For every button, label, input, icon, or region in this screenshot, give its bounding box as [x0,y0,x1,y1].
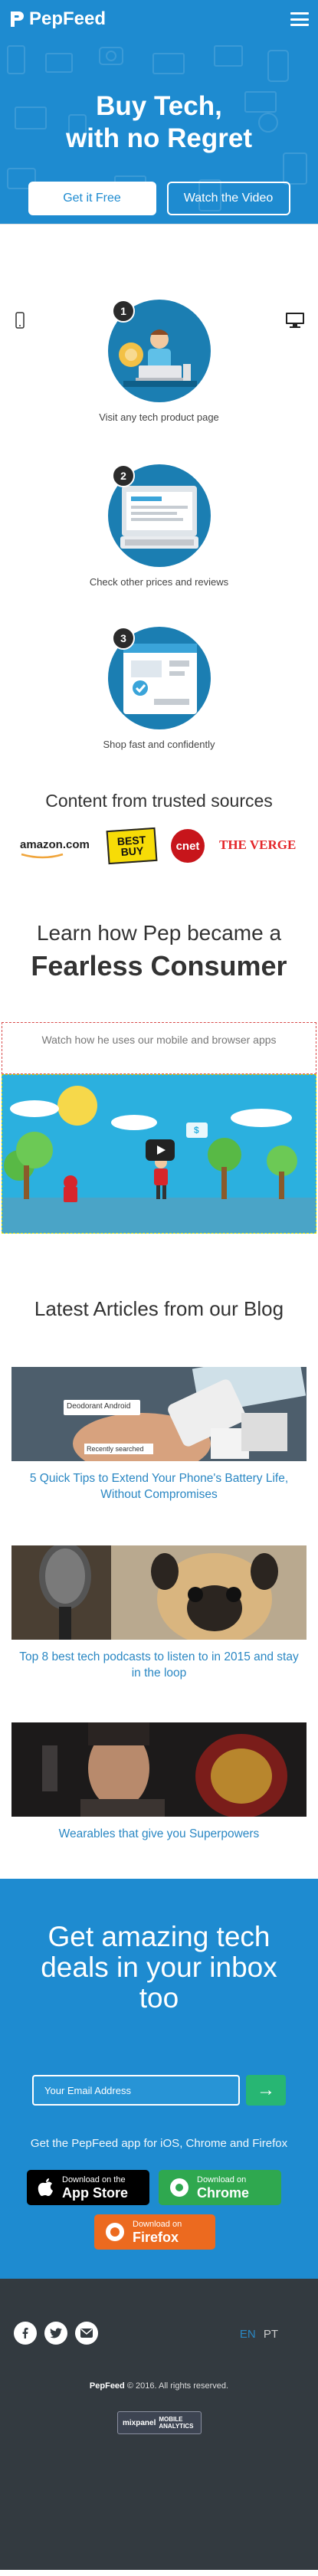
firefox-store-small-text: Download on [133,2219,182,2229]
article-1-image: Deodorant Android Recently searched [11,1367,307,1461]
bestbuy-logo-text: BEST BUY [116,833,146,858]
step-3: 3 Shop fast and confidently [0,627,318,750]
language-switcher: EN PT [240,2328,278,2341]
amazon-logo: amazon.com [20,838,90,851]
article-1-image-badge-1: Deodorant Android [67,1402,131,1411]
newsletter-form: → [32,2075,286,2106]
social-links [14,2322,98,2345]
step-2-number: 2 [112,464,135,487]
footer: EN PT PepFeed © 2016. All rights reserve… [0,2279,318,2570]
app-store-small-text: Download on the [62,2175,126,2184]
bestbuy-logo: BEST BUY [106,827,158,865]
video-price-bubble: $ [194,1125,199,1136]
menu-hamburger-icon[interactable] [290,12,309,26]
chrome-store-big-text: Chrome [197,2184,250,2201]
facebook-icon[interactable] [14,2322,37,2345]
mixpanel-badge[interactable]: mixpanel MOBILE ANALYTICS [117,2411,202,2434]
mixpanel-tag-2: ANALYTICS [159,2423,194,2430]
chrome-store-small-text: Download on [197,2175,247,2184]
article-3-image [11,1722,307,1817]
watch-description-text: Watch how he uses our mobile and browser… [41,1034,277,1046]
blog-articles: Deodorant Android Recently searched 5 Qu… [0,1367,318,1879]
apps-description: Get the PepFeed app for iOS, Chrome and … [30,2137,288,2150]
step-3-number: 3 [112,627,135,650]
article-card-3[interactable]: Wearables that give you Superpowers [11,1722,307,1842]
step-2-text: Check other prices and reviews [89,576,229,588]
apple-icon [38,2178,53,2196]
mixpanel-tags: MOBILE ANALYTICS [159,2416,193,2430]
amazon-smile-icon [21,853,64,859]
source-logos: amazon.com BEST BUY cnet THE VERGE [0,827,318,865]
mixpanel-name: mixpanel [123,2418,156,2427]
firefox-store-label: Download on Firefox [133,2220,182,2245]
arrow-right-icon: → [257,2079,275,2100]
learn-title: Fearless Consumer [31,950,287,982]
cnet-logo: cnet [171,829,205,863]
twitter-icon[interactable] [44,2322,67,2345]
step-1-number: 1 [112,300,135,323]
play-video-icon[interactable] [146,1139,175,1161]
how-it-works: 1 Visit any tech product page 2 Check ot… [0,224,318,750]
learn-subtitle: Learn how Pep became a [36,921,282,945]
watch-video-button[interactable]: Watch the Video [166,182,290,215]
hero-title: Buy Tech, with no Regret [0,90,318,155]
newsletter-title: Get amazing tech deals in your inbox too [0,1879,318,2014]
step-1-text: Visit any tech product page [99,411,219,423]
newsletter: Get amazing tech deals in your inbox too… [0,1879,318,2279]
newsletter-submit-button[interactable]: → [246,2075,286,2106]
article-card-1[interactable]: Deodorant Android Recently searched 5 Qu… [11,1367,307,1503]
navbar: PepFeed [0,0,318,38]
hero: PepFeed Buy Tech, with no Regret Get it … [0,0,318,224]
copyright: PepFeed © 2016. All rights reserved. [0,2381,318,2391]
chrome-store-label: Download on Chrome [197,2175,249,2201]
the-verge-logo: THE VERGE [219,837,297,852]
article-card-2[interactable]: Top 8 best tech podcasts to listen to in… [11,1545,307,1681]
brand-name: PepFeed [29,8,107,29]
app-store-button[interactable]: Download on the App Store [27,2170,149,2205]
hero-title-line-1: Buy Tech, [96,91,222,121]
newsletter-title-line-1: Get amazing tech [48,1921,270,1952]
hero-title-line-2: with no Regret [65,123,253,153]
copyright-text: © 2016. All rights reserved. [126,2381,229,2391]
app-store-big-text: App Store [62,2184,129,2201]
chrome-icon [170,2178,189,2197]
email-field[interactable] [32,2075,240,2106]
get-it-free-button[interactable]: Get it Free [28,182,156,215]
trusted-sources: Content from trusted sources amazon.com … [0,745,318,898]
video-player[interactable]: $ [2,1074,316,1234]
step-1: 1 Visit any tech product page [0,300,318,423]
language-en[interactable]: EN [240,2328,256,2341]
pepfeed-logo-icon [11,11,24,27]
article-2-title[interactable]: Top 8 best tech podcasts to listen to in… [11,1649,307,1681]
article-2-image [11,1545,307,1640]
newsletter-title-line-3: too [139,1982,179,2014]
firefox-icon [106,2223,124,2241]
copyright-brand: PepFeed [89,2381,125,2391]
mixpanel-tag-1: MOBILE [159,2416,183,2423]
language-pt[interactable]: PT [264,2328,278,2341]
brand-logo[interactable]: PepFeed [9,8,106,30]
watch-description: Watch how he uses our mobile and browser… [2,1022,316,1074]
step-2: 2 Check other prices and reviews [0,464,318,588]
trusted-sources-title: Content from trusted sources [45,791,273,811]
firefox-store-big-text: Firefox [133,2229,179,2245]
learn-section: Learn how Pep became a Fearless Consumer… [0,898,318,1367]
app-store-label: Download on the App Store [62,2175,128,2201]
newsletter-title-line-2: deals in your inbox [41,1952,277,1983]
article-3-title[interactable]: Wearables that give you Superpowers [11,1826,307,1842]
hero-buttons: Get it Free Watch the Video [0,182,318,215]
firefox-store-button[interactable]: Download on Firefox [94,2214,215,2250]
cnet-logo-text: cnet [175,839,200,853]
chrome-store-button[interactable]: Download on Chrome [159,2170,281,2205]
article-1-image-badge-2: Recently searched [87,1445,144,1453]
article-1-title[interactable]: 5 Quick Tips to Extend Your Phone's Batt… [11,1470,307,1503]
email-icon[interactable] [75,2322,98,2345]
articles-section-title: Latest Articles from our Blog [34,1297,284,1320]
